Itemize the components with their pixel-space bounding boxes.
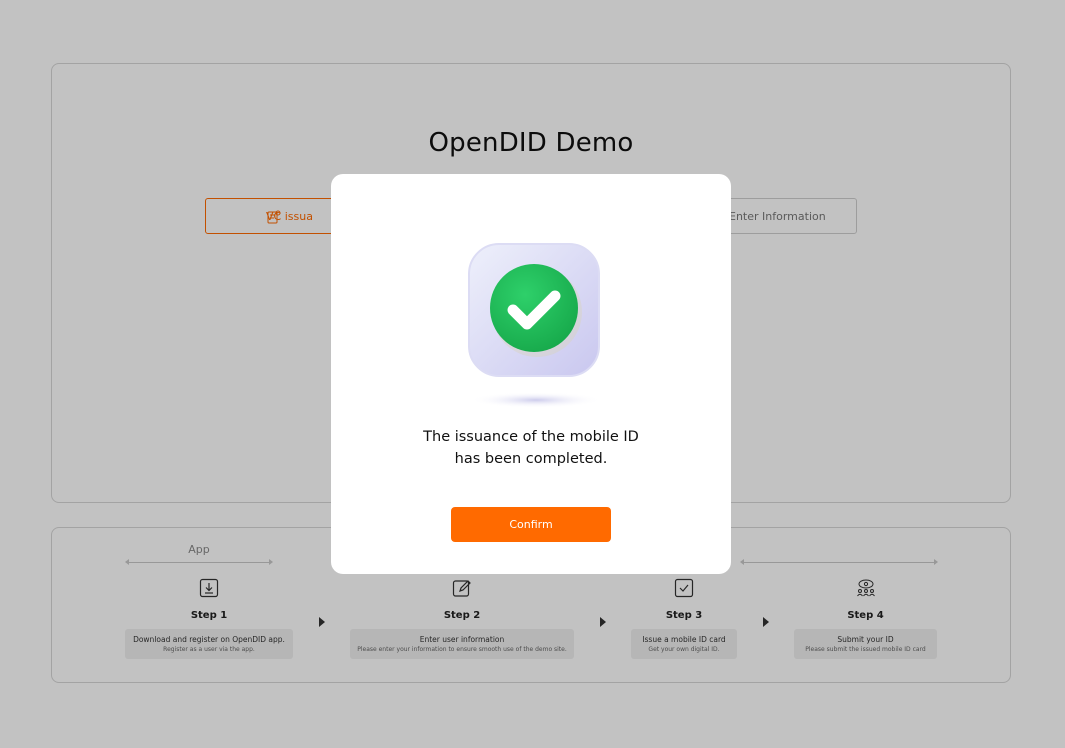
modal-message-line2: has been completed. bbox=[454, 451, 608, 467]
confirm-button[interactable]: Confirm bbox=[451, 507, 611, 542]
modal-message: The issuance of the mobile ID has been c… bbox=[331, 426, 731, 470]
success-check-icon bbox=[468, 243, 602, 408]
success-modal: The issuance of the mobile ID has been c… bbox=[331, 174, 731, 574]
modal-message-line1: The issuance of the mobile ID bbox=[423, 429, 639, 445]
